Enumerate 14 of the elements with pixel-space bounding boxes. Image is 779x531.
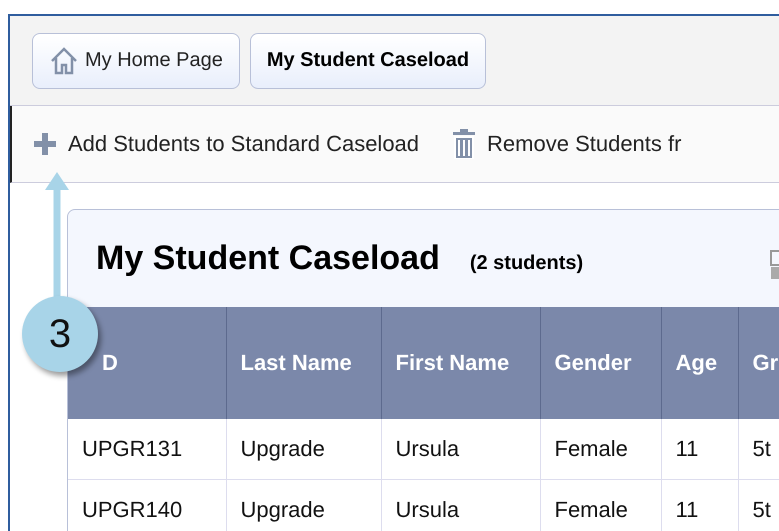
table-cell: 11 xyxy=(661,480,738,531)
table-cell: Ursula xyxy=(381,480,540,531)
table-cell: 5t xyxy=(738,419,779,480)
table-cell: Ursula xyxy=(381,419,540,480)
table-cell: Upgrade xyxy=(226,419,381,480)
student-count: (2 students) xyxy=(470,252,584,275)
table-cell: Upgrade xyxy=(226,480,381,531)
table-cell: UPGR131 xyxy=(68,419,226,480)
table-cell: UPGR140 xyxy=(68,480,226,531)
card-title: My Student Caseload xyxy=(96,239,440,278)
table-cell: Female xyxy=(540,419,661,480)
table-cell: 11 xyxy=(661,419,738,480)
table-cell: Female xyxy=(540,480,661,531)
table-cell: 5t xyxy=(738,480,779,531)
